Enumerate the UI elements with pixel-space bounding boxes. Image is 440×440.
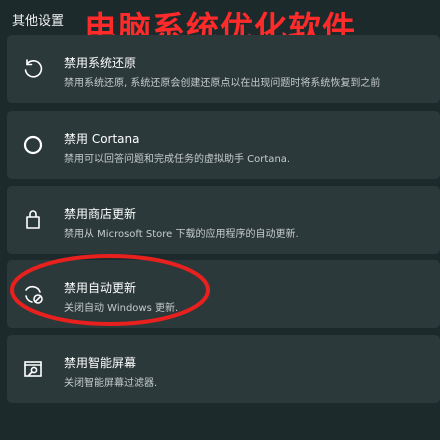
card-disable-system-restore[interactable]: 禁用系统还原 禁用系统还原, 系统还原会创建还原点以在出现问题时将系统恢复到之前 [7, 35, 440, 103]
card-disable-store-updates[interactable]: 禁用商店更新 禁用从 Microsoft Store 下载的应用程序的自动更新. [7, 186, 440, 254]
store-bag-icon [21, 208, 45, 232]
card-description: 关闭智能屏幕过滤器. [64, 378, 158, 389]
section-title: 其他设置 [12, 14, 65, 29]
card-title: 禁用商店更新 [64, 207, 137, 221]
card-description: 关闭自动 Windows 更新. [64, 303, 179, 314]
card-description: 禁用系统还原, 系统还原会创建还原点以在出现问题时将系统恢复到之前 [64, 78, 381, 89]
screen-search-icon [21, 357, 45, 381]
card-disable-cortana[interactable]: 禁用 Cortana 禁用可以回答问题和完成任务的虚拟助手 Cortana. [7, 111, 440, 179]
card-title: 禁用智能屏幕 [64, 356, 137, 370]
circle-icon [21, 133, 45, 157]
update-blocked-icon [21, 282, 45, 306]
card-description: 禁用从 Microsoft Store 下载的应用程序的自动更新. [64, 229, 299, 240]
card-disable-smartscreen[interactable]: 禁用智能屏幕 关闭智能屏幕过滤器. [7, 335, 440, 403]
card-description: 禁用可以回答问题和完成任务的虚拟助手 Cortana. [64, 154, 291, 165]
restore-icon [21, 57, 45, 81]
card-title: 禁用系统还原 [64, 56, 137, 70]
card-disable-auto-update[interactable]: 禁用自动更新 关闭自动 Windows 更新. [7, 260, 440, 328]
card-title: 禁用自动更新 [64, 281, 137, 295]
card-title: 禁用 Cortana [64, 132, 140, 146]
